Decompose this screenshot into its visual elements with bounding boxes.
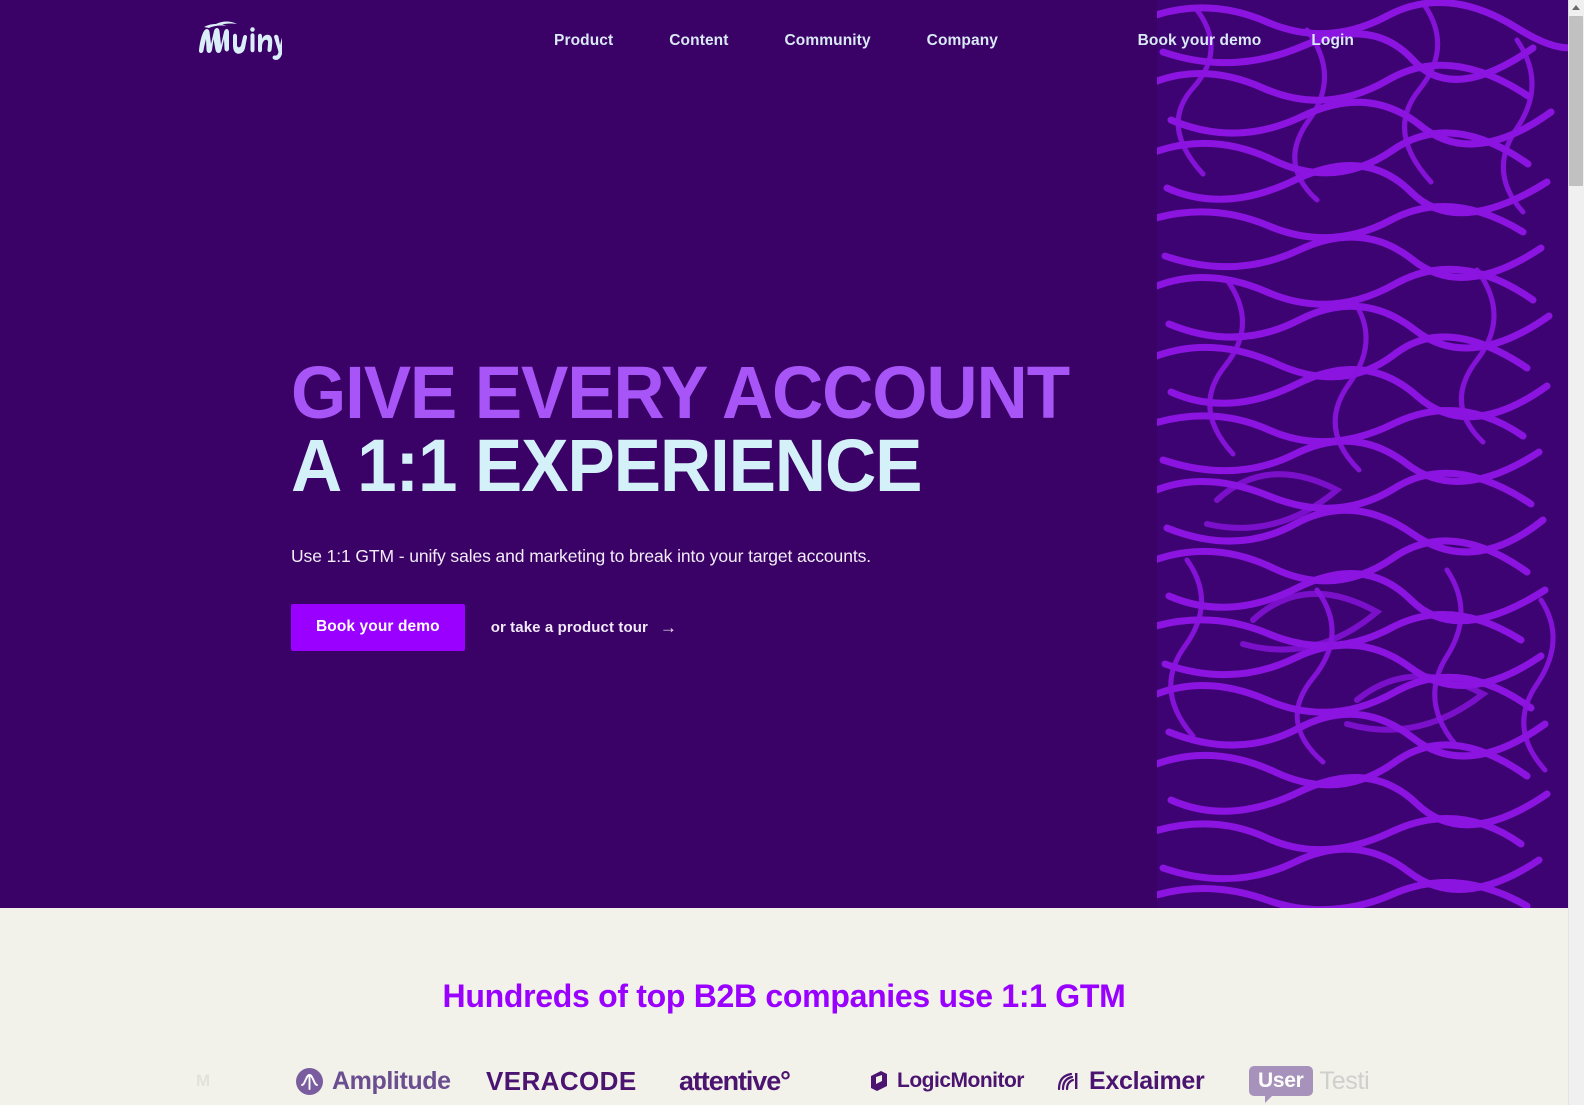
scrollbar-thumb[interactable] [1569,16,1583,186]
social-proof-title: Hundreds of top B2B companies use 1:1 GT… [442,978,1126,1014]
usertesting-icon: User [1249,1066,1313,1103]
logicmonitor-icon [868,1070,890,1092]
veracode-label: VERACODE [486,1065,637,1096]
exclaimer-icon [1056,1069,1080,1093]
nav-login-link[interactable]: Login [1311,32,1354,50]
mutiny-logo[interactable] [194,19,282,61]
logicmonitor-label: LogicMonitor [897,1069,1024,1092]
logo-item-amplitude: Amplitude [296,1058,451,1104]
nav-item-company[interactable]: Company [927,32,998,50]
headline-line-1: Give every account [291,351,1070,434]
vertical-scrollbar[interactable] [1568,0,1584,1105]
headline-line-2: A 1:1 experience [291,424,922,508]
scrollbar-up-arrow[interactable] [1568,0,1584,14]
browser-viewport: Product Content Community Company Book y… [0,0,1584,1105]
logo-item-veracode: VERACODE [486,1058,637,1104]
triangle-up-icon [1572,4,1580,10]
amplitude-icon [296,1067,323,1095]
nav-item-community[interactable]: Community [785,32,871,50]
nav-item-product[interactable]: Product [554,32,613,50]
book-demo-button[interactable]: Book your demo [291,603,465,651]
nav-item-content[interactable]: Content [669,32,728,50]
usertesting-badge-label: User [1258,1069,1304,1092]
logo-item-usertesting: User Testi [1249,1058,1370,1104]
amplitude-label: Amplitude [332,1066,451,1095]
logo-item-attentive: attentive° [679,1058,791,1104]
top-navigation: Product Content Community Company Book y… [0,0,1568,82]
logo-item-logicmonitor: LogicMonitor [868,1058,1024,1104]
hero-subheading: Use 1:1 GTM - unify sales and marketing … [291,546,871,567]
social-proof-section: Hundreds of top B2B companies use 1:1 GT… [0,908,1568,1105]
hero-texture-panel [1157,0,1568,908]
hero-cta-row: Book your demo or take a product tour → [291,603,1111,651]
exclaimer-label: Exclaimer [1089,1066,1205,1095]
product-tour-label: or take a product tour [490,618,648,636]
arrow-right-icon: → [659,617,678,637]
page-title: Give every account A 1:1 experience [291,351,1078,508]
logo-partial-label: M [196,1071,211,1090]
hero-content: Give every account A 1:1 experience Use … [291,351,1111,651]
logo-marquee: M Amplitude VERACODE attentive° LogicMon… [0,1056,1568,1105]
attentive-label: attentive° [679,1065,791,1096]
nav-book-demo-link[interactable]: Book your demo [1138,32,1262,50]
hero-section: Product Content Community Company Book y… [0,0,1568,908]
product-tour-link[interactable]: or take a product tour → [491,619,677,636]
logo-item-exclaimer: Exclaimer [1056,1058,1205,1104]
nav-primary-links: Product Content Community Company [554,0,998,82]
usertesting-label: Testi [1319,1066,1370,1095]
logo-item-partial: M [196,1058,210,1104]
nav-actions: Book your demo Login [1138,0,1354,82]
